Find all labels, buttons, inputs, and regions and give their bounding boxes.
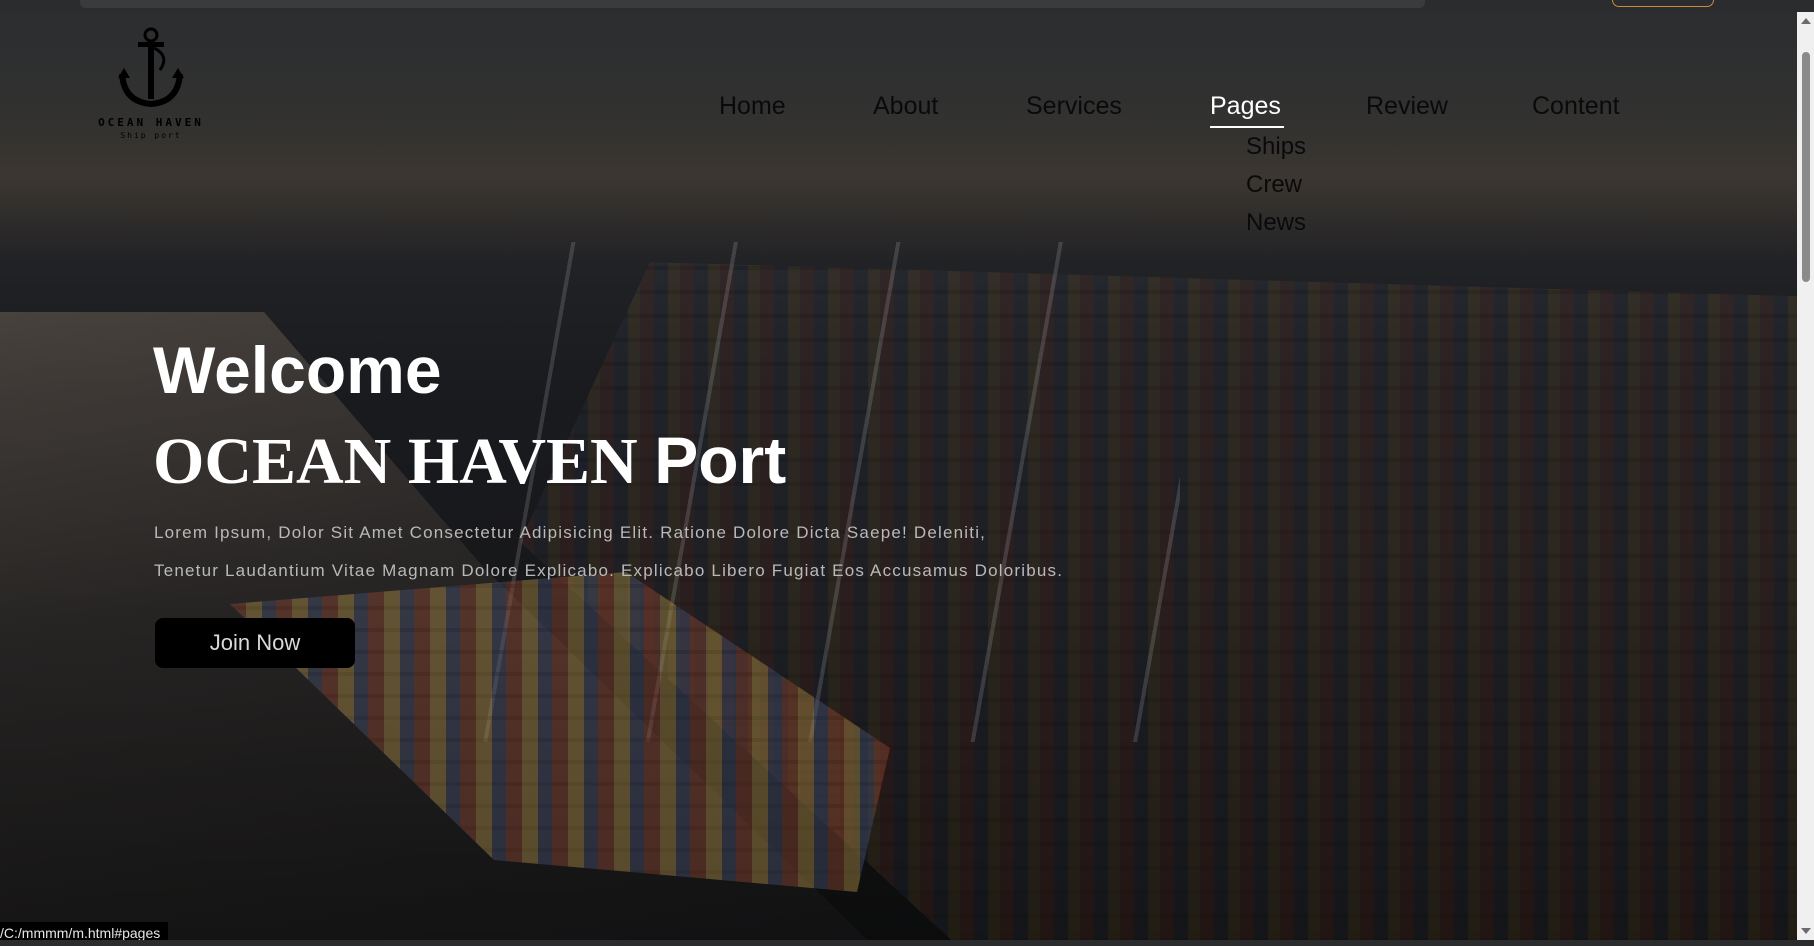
nav-home[interactable]: Home: [719, 92, 786, 121]
hero-section: OCEAN HAVEN Ship port Home About Service…: [0, 12, 1797, 940]
hero-heading-name: OCEAN HAVEN: [153, 425, 638, 498]
browser-top-bar: [0, 0, 1814, 12]
pages-dropdown-menu: Ships Crew News: [1246, 128, 1346, 242]
vertical-scrollbar[interactable]: [1797, 12, 1814, 940]
hero-heading-suffix: Port: [654, 423, 787, 497]
hero-description-line-1: Lorem Ipsum, Dolor Sit Amet Consectetur …: [154, 523, 987, 542]
window-bottom-edge: [0, 940, 1814, 946]
nav-pages[interactable]: Pages: [1210, 92, 1281, 121]
dropdown-item-news[interactable]: News: [1246, 204, 1346, 242]
main-nav: Home About Services Pages Review Content: [0, 92, 1797, 128]
hero-main-heading: OCEAN HAVEN Port: [153, 422, 786, 500]
dropdown-item-ships[interactable]: Ships: [1246, 128, 1346, 166]
hero-description: Lorem Ipsum, Dolor Sit Amet Consectetur …: [154, 514, 1154, 590]
nav-services[interactable]: Services: [1026, 92, 1122, 121]
dropdown-item-crew[interactable]: Crew: [1246, 166, 1346, 204]
nav-about[interactable]: About: [873, 92, 938, 121]
status-bar-url: /C:/mmmm/m.html#pages: [0, 922, 169, 940]
join-now-button[interactable]: Join Now: [155, 618, 355, 668]
logo-tagline: Ship port: [120, 131, 182, 140]
browser-extension-button[interactable]: [1612, 0, 1714, 7]
scrollbar-thumb[interactable]: [1802, 52, 1810, 282]
scroll-up-arrow-icon[interactable]: [1801, 18, 1811, 24]
scroll-down-arrow-icon[interactable]: [1801, 928, 1811, 934]
nav-review[interactable]: Review: [1366, 92, 1448, 121]
hero-welcome-heading: Welcome: [153, 333, 442, 407]
browser-address-bar[interactable]: [80, 0, 1425, 8]
hero-description-line-2: Tenetur Laudantium Vitae Magnam Dolore E…: [154, 561, 1064, 580]
nav-content[interactable]: Content: [1532, 92, 1620, 121]
